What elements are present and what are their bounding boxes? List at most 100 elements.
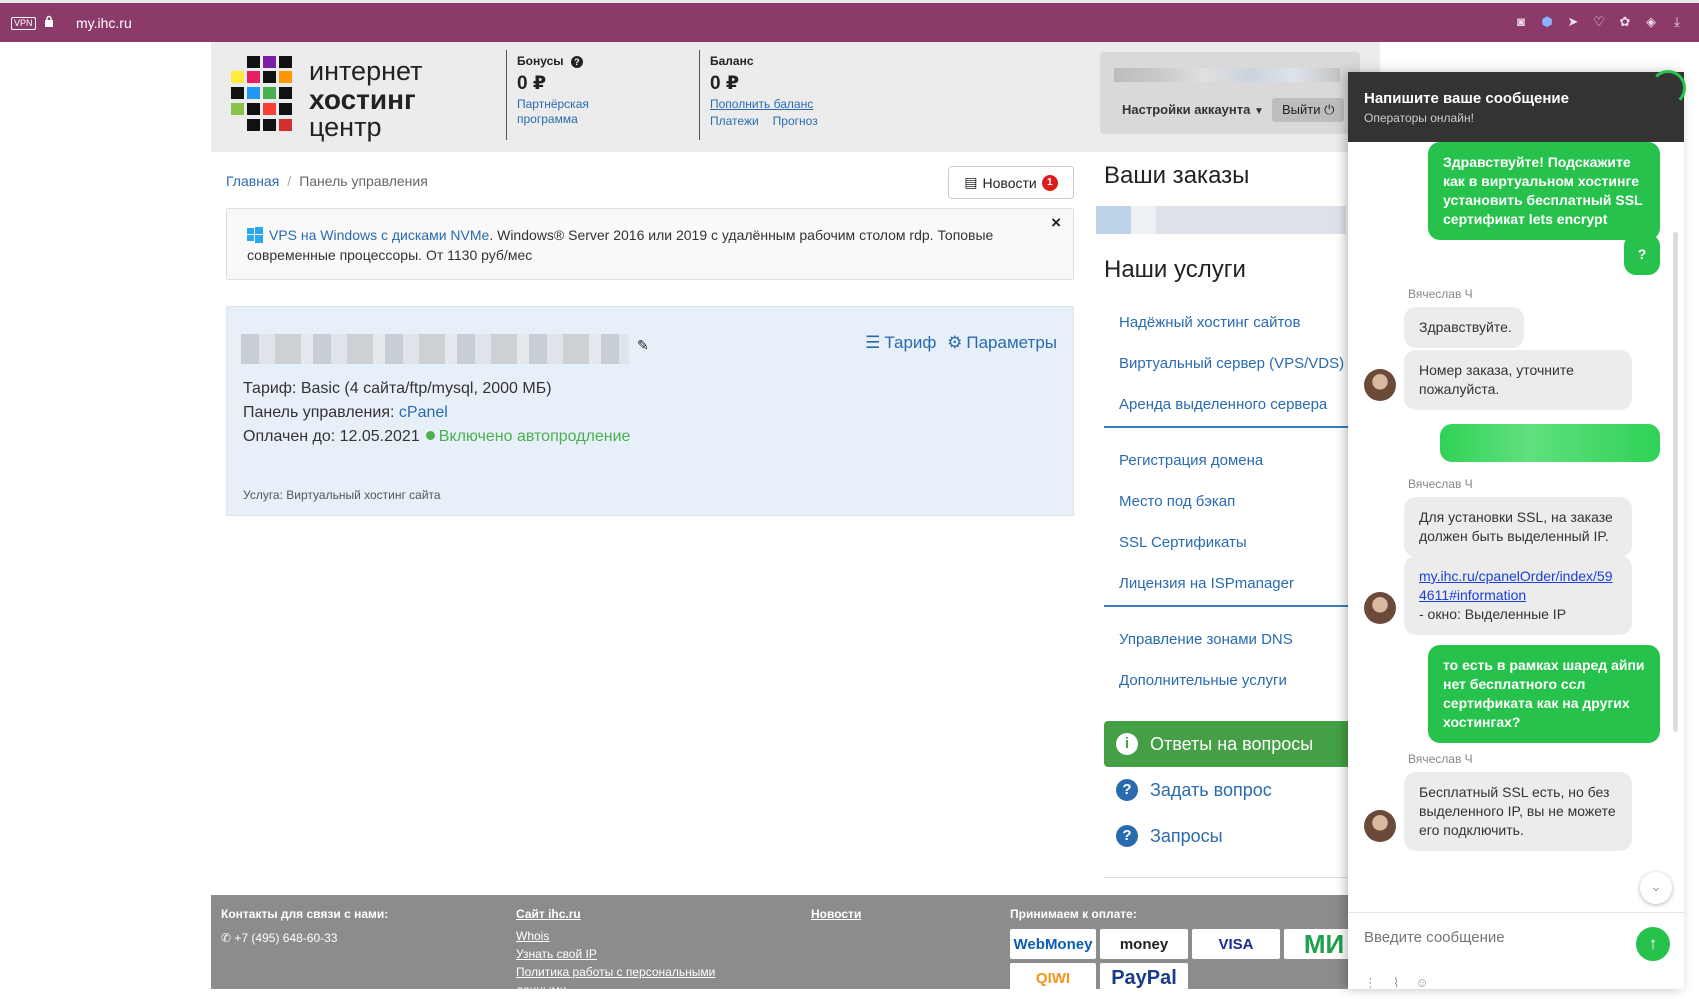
service-link-ssl[interactable]: SSL Сертификаты [1104,522,1370,563]
page: интернет хостинг центр Бонусы ? 0 ₽ Парт… [0,42,1380,997]
vps-windows-link[interactable]: VPS на Windows с дисками NVMe [269,227,489,243]
chat-close-icon[interactable] [1650,70,1686,106]
logout-button[interactable]: Выйти ⏻ [1272,98,1345,122]
service-card: ✎ ☰ Тариф ⚙ Параметры Тариф: Basic (4 сайт… [226,306,1074,516]
service-link-backup[interactable]: Место под бэкап [1104,481,1370,522]
service-link-extra[interactable]: Дополнительные услуги [1104,660,1370,701]
operator-avatar [1364,592,1396,624]
payment-logos: WebMoney money VISA МИ QIWI PayPal [1010,929,1380,993]
requests-link[interactable]: ? Запросы [1104,813,1370,859]
windows-icon [247,227,263,243]
newspaper-icon: ▤ [964,174,978,190]
news-button-label: Новости [982,174,1037,191]
service-type: Услуга: Виртуальный хостинг сайта [243,488,441,502]
chat-message-user: то есть в рамках шаред айпи нет бесплатн… [1428,645,1660,743]
news-button[interactable]: ▤ Новости 1 [948,166,1074,199]
service-link-ispmanager[interactable]: Лицензия на ISPmanager [1104,563,1370,607]
service-link-vps[interactable]: Виртуальный сервер (VPS/VDS) [1104,343,1370,384]
shield-icon[interactable]: ⬢ [1539,14,1555,30]
promo-alert: VPS на Windows с дисками NVMe. Windows® … [226,208,1074,280]
services-title: Наши услуги [1104,256,1246,283]
cpanel-link[interactable]: cPanel [399,404,448,421]
tariff-link[interactable]: Тариф [884,333,936,352]
webmoney-logo: WebMoney [1010,929,1096,959]
payments-link[interactable]: Платежи [710,114,759,129]
logo-grid-icon [231,56,292,131]
account-name-redacted [1114,68,1340,82]
account-settings-dropdown[interactable]: Настройки аккаунта ▼ [1122,102,1264,117]
chat-message-operator: Бесплатный SSL есть, но без выделенного … [1404,772,1632,851]
tariff-row: Тариф: Basic (4 сайта/ftp/mysql, 2000 МБ… [243,380,552,397]
send-icon[interactable]: ➤ [1565,14,1581,30]
phone-number: +7 (495) 648-60-33 [234,931,338,945]
operator-avatar [1364,810,1396,842]
chat-message-user: Здравствуйте! Подскажите как в виртуальн… [1428,142,1660,240]
address-bar[interactable]: my.ihc.ru [76,15,132,31]
chat-subtitle: Операторы онлайн! [1364,111,1474,125]
operator-name: Вячеслав Ч [1408,287,1473,301]
caret-down-icon: ▼ [1253,106,1264,117]
vpn-badge[interactable]: VPN [11,17,36,30]
service-link-dedicated[interactable]: Аренда выделенного сервера [1104,384,1370,428]
phone-icon: ✆ [221,931,232,945]
params-link[interactable]: Параметры [966,333,1057,352]
chat-message-input[interactable] [1364,929,1624,946]
panel-row: Панель управления: cPanel [243,404,448,421]
chat-message-operator: Номер заказа, уточните пожалуйста. [1404,350,1632,410]
service-link-dns[interactable]: Управление зонами DNS [1104,619,1370,660]
breadcrumb-home[interactable]: Главная [226,173,279,189]
my-ip-link[interactable]: Узнать свой IP [516,945,736,963]
orders-redacted[interactable] [1096,206,1346,234]
extension-icon[interactable]: ✿ [1617,14,1633,30]
privacy-link[interactable]: Политика работы с персональными данными [516,963,736,999]
close-icon[interactable]: × [1051,213,1061,233]
services-list: Надёжный хостинг сайтов Виртуальный серв… [1104,302,1370,701]
paid-row: Оплачен до: 12.05.2021 Включено автопродл… [243,428,631,445]
scroll-down-icon[interactable]: ⌄ [1640,872,1672,904]
question-icon: ? [1116,779,1138,801]
footer-news-link[interactable]: Новости [811,905,861,923]
balance-box: Баланс 0 ₽ Пополнить баланс Платежи Прогн… [699,50,818,140]
order-number-redacted [1440,424,1660,462]
edit-icon[interactable]: ✎ [637,337,649,354]
gear-icon: ⚙ [947,333,963,352]
chat-header[interactable]: Напишите ваше сообщение Операторы онлайн… [1348,70,1686,142]
faq-button[interactable]: i Ответы на вопросы [1104,721,1370,767]
account-panel: Настройки аккаунта ▼ Выйти ⏻ [1100,52,1360,134]
site-link[interactable]: Сайт ihc.ru [516,905,736,923]
heart-icon[interactable]: ♡ [1591,14,1607,30]
send-button[interactable]: ↑ [1636,927,1670,961]
chat-message-operator: Здравствуйте. [1404,307,1524,348]
partner-program-link[interactable]: Партнёрская программа [517,97,597,127]
bonus-box: Бонусы ? 0 ₽ Партнёрская программа [506,50,597,140]
site-footer: Контакты для связи с нами: ✆ +7 (495) 64… [211,895,1380,997]
balance-label: Баланс [710,54,754,68]
cube-icon[interactable]: ◈ [1643,14,1659,30]
autorenew-status[interactable]: Включено автопродление [439,428,631,445]
info-icon: i [1116,733,1138,755]
download-icon[interactable]: ⤓ [1669,14,1685,30]
whois-link[interactable]: Whois [516,927,736,945]
contacts-title: Контакты для связи с нами: [221,907,389,921]
help-icon[interactable]: ? [570,56,583,68]
chat-scrollbar[interactable] [1673,232,1678,732]
question-icon: ? [1116,825,1138,847]
camera-icon[interactable]: ◙ [1513,14,1529,30]
breadcrumb-current: Панель управления [299,173,428,189]
breadcrumb: Главная / Панель управления [226,173,428,189]
news-count-badge: 1 [1041,174,1058,191]
operator-avatar [1364,369,1396,401]
forecast-link[interactable]: Прогноз [773,114,818,129]
chat-messages: Здравствуйте! Подскажите как в виртуальн… [1348,142,1684,912]
sidebar: Ваши заказы Наши услуги Надёжный хостинг… [1096,162,1370,878]
bonus-amount: 0 ₽ [517,73,547,94]
service-link-hosting[interactable]: Надёжный хостинг сайтов [1104,302,1370,343]
topup-link[interactable]: Пополнить баланс [710,97,818,112]
chat-title: Напишите ваше сообщение [1364,90,1569,107]
service-link-domain[interactable]: Регистрация домена [1104,440,1370,481]
logo-line-1: интернет [309,56,423,86]
order-link[interactable]: my.ihc.ru/cpanelOrder/index/594611#infor… [1419,568,1613,603]
ask-question-link[interactable]: ? Задать вопрос [1104,767,1370,813]
site-header: интернет хостинг центр Бонусы ? 0 ₽ Парт… [211,42,1380,152]
chat-message-operator: my.ihc.ru/cpanelOrder/index/594611#infor… [1404,556,1632,635]
